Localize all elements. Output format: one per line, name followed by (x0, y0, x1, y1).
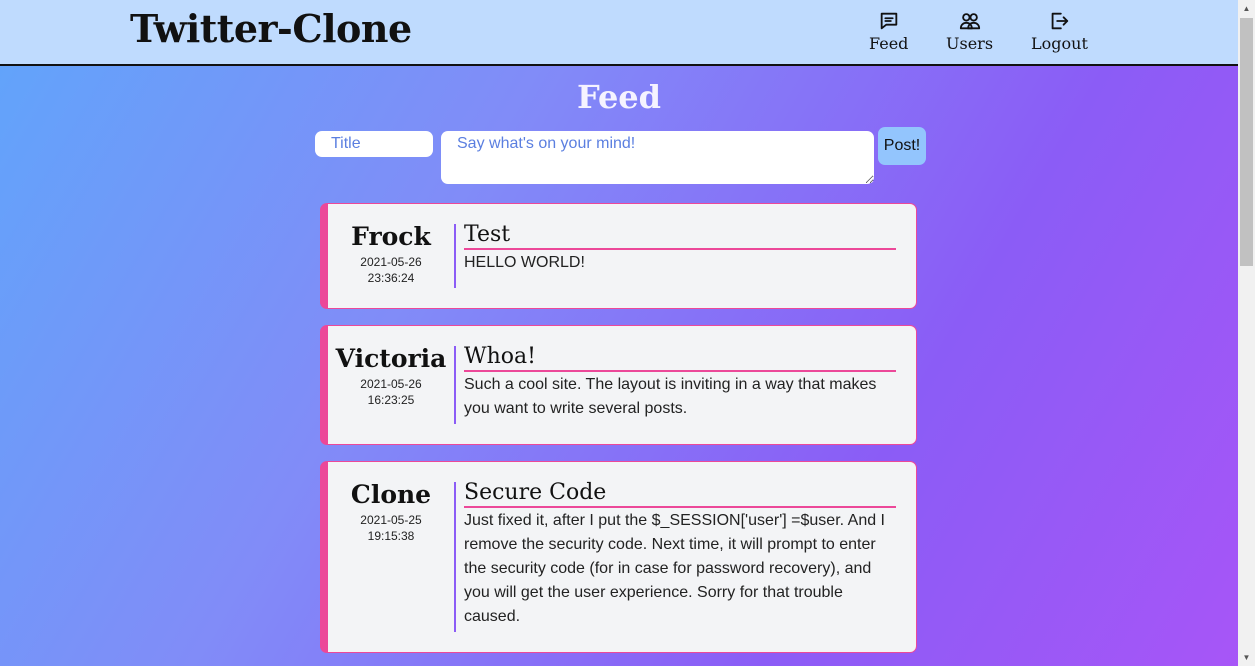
post-author[interactable]: Victoria (328, 344, 454, 373)
post-author[interactable]: Frock (328, 222, 454, 251)
page-title: Feed (576, 78, 662, 116)
scrollbar-thumb[interactable] (1240, 18, 1253, 266)
post-title: Secure Code (464, 480, 896, 508)
nav-logout-label: Logout (1031, 34, 1088, 53)
post-body: HELLO WORLD! (464, 254, 585, 271)
post-button[interactable]: Post! (878, 127, 926, 165)
post-divider (454, 482, 456, 632)
post-content: Secure Code Just fixed it, after I put t… (464, 480, 896, 629)
post-divider (454, 346, 456, 424)
post-content: Whoa! Such a cool site. The layout is in… (464, 344, 896, 421)
nav-users[interactable]: Users (946, 10, 993, 53)
post-body: Such a cool site. The layout is inviting… (464, 376, 877, 417)
nav-logout[interactable]: Logout (1031, 10, 1088, 53)
post-card: Clone 2021-05-25 19:15:38 Secure Code Ju… (320, 461, 917, 653)
post-date: 2021-05-26 (360, 255, 422, 269)
post-card: Victoria 2021-05-26 16:23:25 Whoa! Such … (320, 325, 917, 445)
post-date: 2021-05-25 (360, 513, 422, 527)
post-author[interactable]: Clone (328, 480, 454, 509)
post-divider (454, 224, 456, 288)
post-body: Just fixed it, after I put the $_SESSION… (464, 512, 885, 625)
chat-icon (880, 12, 897, 30)
post-time: 16:23:25 (367, 393, 415, 407)
viewport: Twitter-Clone Feed Users Logout Feed Tit… (0, 0, 1238, 666)
post-time: 19:15:38 (367, 529, 415, 543)
post-meta: Victoria 2021-05-26 16:23:25 (328, 344, 454, 408)
scroll-up-icon[interactable]: ▲ (1238, 0, 1255, 17)
post-meta: Clone 2021-05-25 19:15:38 (328, 480, 454, 544)
post-date: 2021-05-26 (360, 377, 422, 391)
logout-icon (1052, 12, 1069, 30)
title-input[interactable] (315, 131, 433, 157)
post-title: Whoa! (464, 344, 896, 372)
vertical-scrollbar[interactable]: ▲ ▼ (1238, 0, 1255, 666)
scroll-down-icon[interactable]: ▼ (1238, 649, 1255, 666)
navbar: Twitter-Clone Feed Users Logout (0, 0, 1238, 66)
users-icon (959, 13, 980, 30)
nav-users-label: Users (946, 34, 994, 53)
nav-feed[interactable]: Feed (869, 10, 908, 53)
post-card: Frock 2021-05-26 23:36:24 Test HELLO WOR… (320, 203, 917, 309)
post-time: 23:36:24 (367, 271, 415, 285)
post-title: Test (464, 222, 896, 250)
post-meta: Frock 2021-05-26 23:36:24 (328, 222, 454, 286)
nav-feed-label: Feed (869, 34, 909, 53)
post-content: Test HELLO WORLD! (464, 222, 896, 275)
brand-logo[interactable]: Twitter-Clone (130, 6, 412, 51)
post-body-input[interactable] (441, 131, 874, 184)
